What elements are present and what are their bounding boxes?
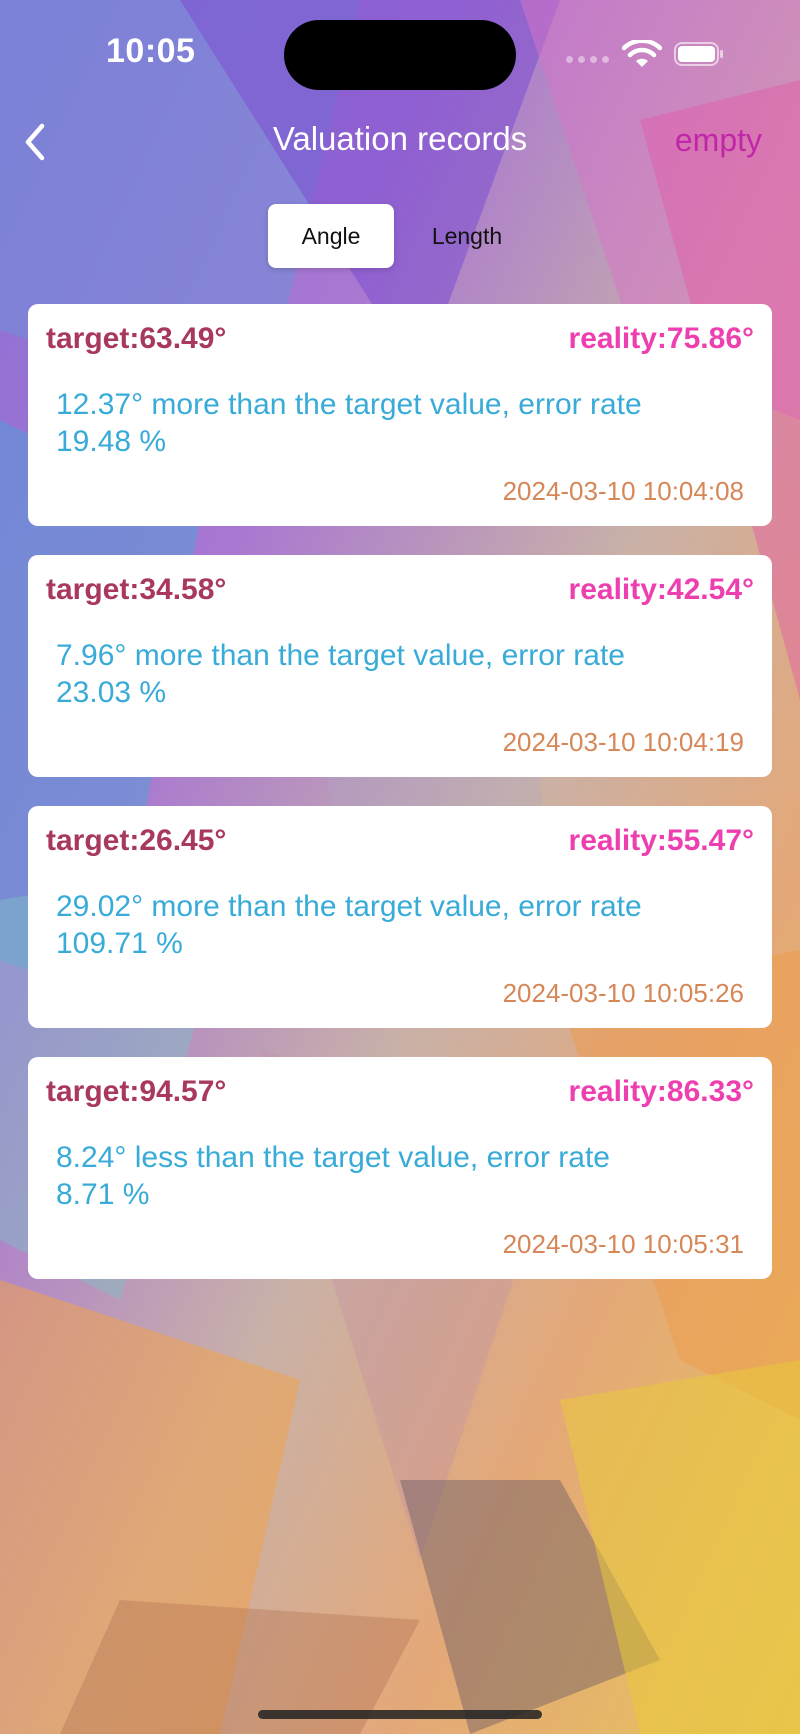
reality-value: reality:55.47° (568, 824, 754, 857)
target-value: target:26.45° (46, 824, 227, 857)
record-card: target:26.45° reality:55.47° 29.02° more… (28, 806, 772, 1028)
segment-angle[interactable]: Angle (268, 204, 394, 268)
target-value: target:34.58° (46, 573, 227, 606)
reality-value: reality:75.86° (568, 322, 754, 355)
record-timestamp: 2024-03-10 10:05:31 (502, 1229, 744, 1259)
cellular-signal-icon (566, 56, 609, 63)
record-card: target:63.49° reality:75.86° 12.37° more… (28, 304, 772, 526)
record-card: target:34.58° reality:42.54° 7.96° more … (28, 555, 772, 777)
reality-value: reality:42.54° (568, 573, 754, 606)
status-time: 10:05 (106, 32, 196, 70)
target-value: target:63.49° (46, 322, 227, 355)
error-description: 29.02° more than the target value, error… (56, 890, 642, 960)
error-description: 7.96° more than the target value, error … (56, 639, 625, 709)
reality-value: reality:86.33° (568, 1075, 754, 1108)
error-description: 12.37° more than the target value, error… (56, 388, 642, 458)
record-timestamp: 2024-03-10 10:04:08 (502, 476, 744, 506)
target-value: target:94.57° (46, 1075, 227, 1108)
record-card: target:94.57° reality:86.33° 8.24° less … (28, 1057, 772, 1279)
error-description: 8.24° less than the target value, error … (56, 1141, 610, 1211)
empty-button[interactable]: empty (675, 122, 762, 159)
wifi-icon (622, 40, 662, 67)
record-timestamp: 2024-03-10 10:04:19 (502, 727, 744, 757)
type-segmented-control: Angle Length (268, 204, 532, 268)
segment-length[interactable]: Length (400, 204, 534, 268)
dynamic-island (284, 20, 516, 90)
record-timestamp: 2024-03-10 10:05:26 (502, 978, 744, 1008)
battery-icon (674, 42, 723, 66)
home-indicator[interactable] (258, 1710, 542, 1719)
